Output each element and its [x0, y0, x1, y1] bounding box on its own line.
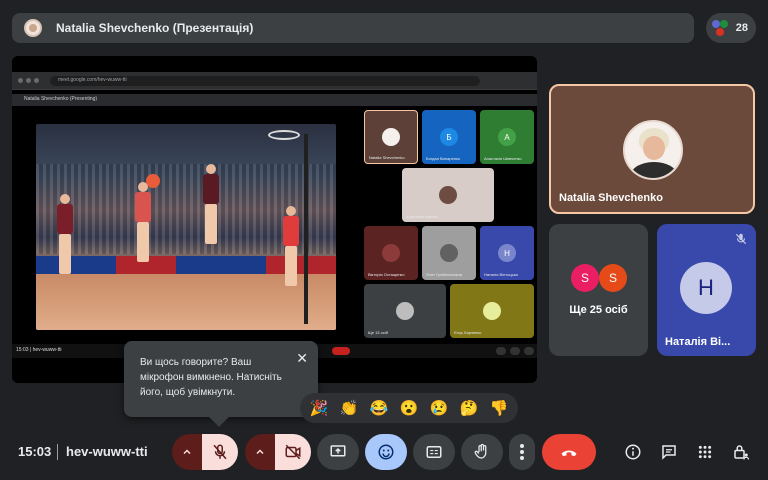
inner-thumb-label: Анастасія Шевченко	[484, 156, 522, 161]
more-participants-label: Ще 25 осіб	[569, 304, 628, 316]
meeting-details-button[interactable]	[618, 434, 648, 470]
present-screen-button[interactable]	[317, 434, 359, 470]
inner-thumb: Н Наталія Вінтоцька	[480, 226, 534, 280]
inner-thumb-label: Христина Коваль	[406, 214, 439, 219]
participants-button[interactable]: 28	[706, 13, 756, 43]
speaker-name: Natalia Shevchenko	[559, 192, 663, 204]
inner-thumb-letter: А	[498, 128, 516, 146]
inner-meet-banner: Natalia Shevchenko (Presenting)	[12, 94, 537, 106]
meeting-time: 15:03	[18, 444, 52, 459]
presenter-avatar	[24, 19, 42, 37]
participant-avatar: S	[599, 264, 627, 292]
reaction-party[interactable]: 🎉	[310, 401, 329, 416]
inner-thumb-label: Ще 13 осіб	[368, 330, 389, 335]
participant-tile[interactable]: Н Наталія Ві...	[657, 224, 756, 356]
participant-name: Наталія Ві...	[665, 336, 731, 348]
browser-url: meet.google.com/hev-wuww-tti	[58, 77, 127, 83]
reactions-bar: 🎉 👏 😂 😮 😢 🤔 👎	[300, 393, 518, 423]
mic-off-icon	[213, 444, 227, 460]
participant-avatar: Н	[680, 262, 732, 314]
close-icon[interactable]: ✕	[296, 350, 308, 367]
inner-thumb: Б Богдан Винаренко	[422, 110, 476, 164]
mic-off-icon	[735, 233, 747, 245]
speaker-tile[interactable]: Natalia Shevchenko	[549, 84, 755, 214]
present-icon	[330, 445, 346, 457]
captions-icon	[426, 446, 442, 458]
activities-button[interactable]	[690, 434, 720, 470]
inner-time: 15:03 | hev-wuww-tti	[16, 347, 62, 353]
info-icon	[625, 444, 641, 460]
hang-up-icon	[561, 450, 577, 457]
raise-hand-button[interactable]	[461, 434, 503, 470]
inner-thumb-label: Богдан Винаренко	[426, 156, 461, 161]
browser-toolbar: meet.google.com/hev-wuww-tti	[12, 72, 537, 90]
inner-thumb: Ще 13 осіб	[364, 284, 446, 338]
chevron-up-icon	[256, 449, 264, 455]
inner-thumb: А Анастасія Шевченко	[480, 110, 534, 164]
more-participants-tile[interactable]: S S Ще 25 осіб	[549, 224, 648, 356]
video-options-button[interactable]	[245, 434, 275, 470]
chevron-up-icon	[183, 449, 191, 455]
reaction-clap[interactable]: 👏	[340, 401, 359, 416]
browser-url-bar: meet.google.com/hev-wuww-tti	[50, 76, 480, 86]
presenter-title: Natalia Shevchenko (Презентація)	[56, 21, 254, 35]
inner-thumb-label: Наталія Вінтоцька	[484, 272, 518, 277]
netball-photo	[36, 124, 336, 330]
inner-thumb: Єгор Харченко	[450, 284, 534, 338]
inner-meet-title: Natalia Shevchenko (Presenting)	[24, 96, 98, 102]
apps-grid-icon	[698, 445, 712, 459]
more-options-button[interactable]	[509, 434, 535, 470]
reactions-button[interactable]	[365, 434, 407, 470]
mic-muted-tooltip: Ви щось говорите? Ваш мікрофон вимкнено.…	[124, 341, 318, 427]
emoji-icon	[378, 444, 394, 460]
inner-thumb: Natalia Shevchenko	[364, 110, 418, 164]
inner-thumb-letter: Б	[440, 128, 458, 146]
inner-thumb-letter: Н	[498, 244, 516, 262]
reaction-surprised[interactable]: 😮	[400, 401, 419, 416]
inner-thumb: Вікторія Остащенко	[364, 226, 418, 280]
tooltip-text: Ви щось говорите? Ваш мікрофон вимкнено.…	[140, 357, 282, 398]
hand-icon	[474, 443, 487, 459]
captions-button[interactable]	[413, 434, 455, 470]
shared-screen: meet.google.com/hev-wuww-tti Natalia She…	[12, 56, 537, 383]
inner-thumb: Христина Коваль	[402, 168, 494, 222]
mic-toggle-button[interactable]	[202, 434, 238, 470]
divider	[57, 444, 58, 460]
presenter-banner: Natalia Shevchenko (Презентація)	[12, 13, 694, 43]
reaction-thumbs-down[interactable]: 👎	[490, 401, 509, 416]
inner-participant-grid: Natalia Shevchenko Б Богдан Винаренко А …	[364, 110, 536, 342]
reaction-sad[interactable]: 😢	[430, 401, 449, 416]
leave-call-button[interactable]	[542, 434, 596, 470]
inner-thumb-label: Вікторія Остащенко	[368, 272, 405, 277]
participant-avatar: S	[571, 264, 599, 292]
meeting-code: hev-wuww-tti	[66, 444, 148, 459]
chat-button[interactable]	[654, 434, 684, 470]
more-vert-icon	[520, 444, 524, 460]
participant-count: 28	[735, 22, 748, 34]
inner-thumb-label: Natalia Shevchenko	[369, 155, 405, 160]
participant-avatars-icon	[712, 19, 730, 37]
reaction-thinking[interactable]: 🤔	[460, 401, 479, 416]
reaction-laugh[interactable]: 😂	[370, 401, 389, 416]
chat-icon	[662, 445, 676, 460]
audio-options-button[interactable]	[172, 434, 202, 470]
lock-person-icon	[734, 445, 750, 460]
inner-thumb: Олег Гребельников	[422, 226, 476, 280]
camera-off-icon	[285, 444, 301, 460]
inner-thumb-label: Єгор Харченко	[454, 330, 482, 335]
speaker-avatar	[623, 120, 683, 180]
host-controls-button[interactable]	[726, 434, 756, 470]
camera-toggle-button[interactable]	[275, 434, 311, 470]
inner-thumb-label: Олег Гребельников	[426, 272, 462, 277]
